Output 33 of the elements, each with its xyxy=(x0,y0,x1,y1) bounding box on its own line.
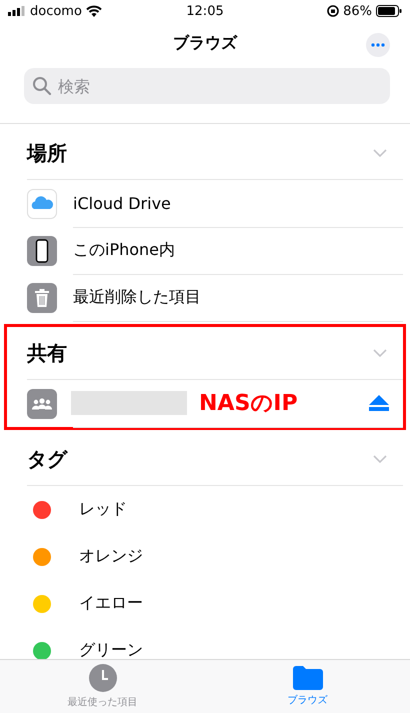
eject-icon[interactable] xyxy=(369,395,389,411)
location-label[interactable]: グリーン xyxy=(79,640,143,661)
orientation-lock-icon xyxy=(327,5,340,17)
more-icon[interactable] xyxy=(366,33,390,57)
tab-item[interactable]: ブラウズ xyxy=(205,660,410,713)
location-label[interactable]: このiPhone内 xyxy=(73,240,176,260)
section-title: 共有 xyxy=(27,340,67,366)
search-field[interactable]: 検索 xyxy=(24,68,390,104)
carrier-name: docomo xyxy=(30,4,82,18)
signal-icon xyxy=(8,6,26,16)
location-label[interactable]: 最近削除した項目 xyxy=(73,286,201,308)
location-label[interactable]: オレンジ xyxy=(79,546,143,567)
cloud-icon xyxy=(27,188,57,218)
screen-title: ブラウズ xyxy=(173,32,237,54)
chevron-down-icon[interactable] xyxy=(373,349,387,357)
clock-icon xyxy=(88,664,116,692)
search-icon xyxy=(32,76,52,96)
chevron-down-icon[interactable] xyxy=(373,455,387,463)
location-label[interactable]: レッド xyxy=(79,499,127,520)
wifi-icon xyxy=(86,5,102,17)
location-label[interactable]: iCloud Drive xyxy=(73,194,171,212)
status-time: 12:05 xyxy=(186,4,224,18)
section-title: 場所 xyxy=(27,140,67,166)
section-title: タグ xyxy=(27,446,67,472)
folder-icon xyxy=(292,666,322,690)
people-icon xyxy=(27,388,57,418)
location-label[interactable]: イエロー xyxy=(79,593,143,614)
phone-icon xyxy=(27,236,57,266)
battery-icon xyxy=(376,5,402,17)
annotation-text: NASのIP xyxy=(199,390,299,418)
chevron-down-icon[interactable] xyxy=(373,149,387,157)
battery-percent: 86% xyxy=(343,4,372,18)
trash-icon xyxy=(27,282,57,312)
